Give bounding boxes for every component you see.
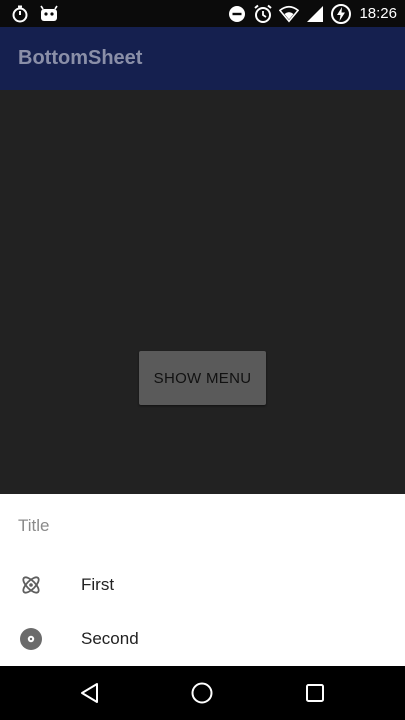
- stopwatch-icon: [10, 4, 30, 24]
- sheet-item-label: First: [81, 575, 115, 594]
- battery-charging-icon: [331, 3, 352, 24]
- recents-icon[interactable]: [302, 680, 328, 706]
- sheet-item-second[interactable]: Second: [0, 612, 405, 666]
- do-not-disturb-icon: [227, 4, 247, 24]
- show-menu-button[interactable]: SHOW MENU: [139, 351, 266, 405]
- alarm-icon: [253, 4, 273, 24]
- screen: 18:26 BottomSheet SHOW MENU Title First: [0, 0, 405, 720]
- sheet-item-first[interactable]: First: [0, 558, 405, 612]
- disc-icon: [19, 627, 43, 651]
- app-title: BottomSheet: [18, 47, 143, 69]
- status-time: 18:26: [359, 5, 397, 22]
- app-bar: BottomSheet: [0, 27, 405, 90]
- home-icon[interactable]: [189, 680, 215, 706]
- sheet-title: Title: [18, 516, 50, 535]
- android-icon: [39, 4, 59, 24]
- atom-icon: [19, 573, 43, 597]
- bottom-sheet: Title First Second: [0, 494, 405, 666]
- wifi-icon: [279, 4, 300, 24]
- back-icon[interactable]: [77, 680, 103, 706]
- status-bar: 18:26: [0, 0, 405, 27]
- nav-bar: [0, 666, 405, 720]
- signal-icon: [305, 4, 325, 24]
- main-content: SHOW MENU: [0, 90, 405, 494]
- sheet-item-label: Second: [81, 629, 139, 648]
